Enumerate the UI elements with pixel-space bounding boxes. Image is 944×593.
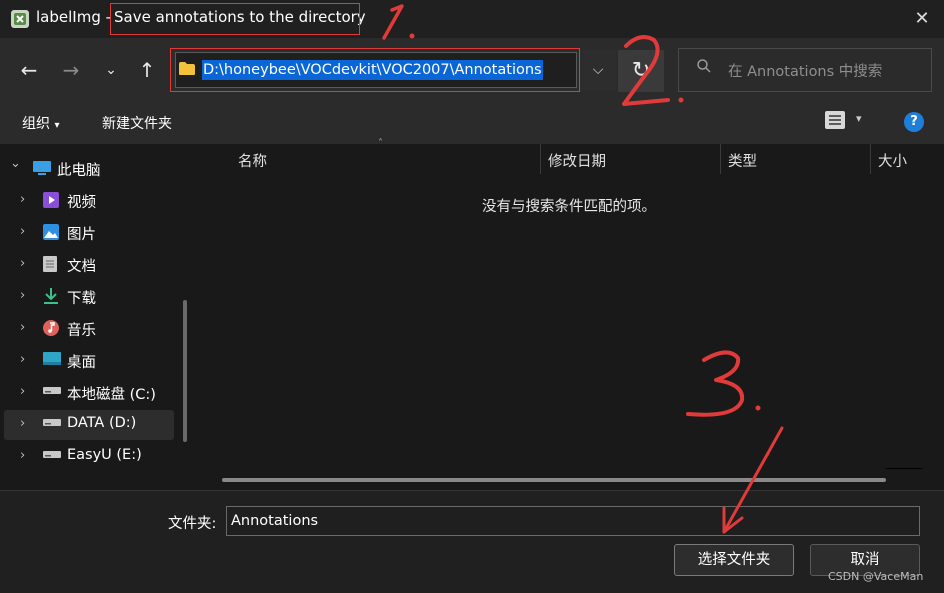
chevron-right-icon[interactable]: › <box>20 416 25 431</box>
drive-icon <box>42 415 62 435</box>
arrow-up-icon[interactable]: ↑ <box>132 55 162 85</box>
chevron-right-icon[interactable]: › <box>20 256 25 271</box>
sort-caret-icon: ˄ <box>378 138 383 149</box>
chevron-right-icon[interactable]: › <box>20 192 25 207</box>
video-icon <box>42 191 62 211</box>
app-name: labelImg - <box>36 8 112 26</box>
sidebar-scrollbar[interactable] <box>183 300 187 442</box>
new-folder-button[interactable]: 新建文件夹 <box>102 113 172 133</box>
column-header-name[interactable]: 名称 <box>238 150 267 171</box>
help-button[interactable]: ? <box>904 112 924 132</box>
organize-label: 组织 <box>22 116 50 132</box>
column-header-size[interactable]: 大小 <box>878 150 907 171</box>
chevron-down-icon[interactable]: ⌄ <box>96 55 126 85</box>
organize-menu-button[interactable]: 组织 ▾ <box>22 113 59 133</box>
refresh-icon[interactable]: ↻ <box>618 50 664 92</box>
sidebar-item[interactable]: › 视频 <box>4 186 174 216</box>
sidebar-item[interactable]: › 图片 <box>4 218 174 248</box>
sidebar-item-label: 音乐 <box>67 323 96 339</box>
column-header-type[interactable]: 类型 <box>728 150 757 171</box>
sidebar-item-label: EasyU (E:) <box>67 447 142 463</box>
sidebar-item[interactable]: › DATA (D:) <box>4 410 174 440</box>
horizontal-scrollbar[interactable] <box>222 478 886 482</box>
close-icon[interactable]: ✕ <box>908 6 936 32</box>
drive-icon <box>42 447 62 467</box>
download-icon <box>42 287 62 307</box>
folder-label: 文件夹: <box>168 516 217 532</box>
picture-icon <box>42 223 62 243</box>
watermark: CSDN @VaceMan <box>828 570 924 583</box>
caret-down-icon: ▾ <box>54 120 60 131</box>
sidebar-item[interactable]: ⌄ 此电脑 <box>4 154 174 184</box>
sidebar-item[interactable]: › EasyU (E:) <box>4 442 174 472</box>
labelimg-app-icon <box>10 9 30 29</box>
column-divider[interactable] <box>870 144 871 174</box>
select-folder-button[interactable]: 选择文件夹 <box>674 544 794 576</box>
sidebar-item-label: 本地磁盘 (C:) <box>67 387 156 403</box>
empty-message: 没有与搜索条件匹配的项。 <box>482 199 656 215</box>
desktop-icon <box>42 351 62 371</box>
chevron-right-icon[interactable]: › <box>20 448 25 463</box>
sidebar-item[interactable]: › 本地磁盘 (C:) <box>4 378 174 408</box>
chevron-down-icon[interactable]: ⌄ <box>10 156 21 171</box>
chevron-right-icon[interactable]: › <box>20 288 25 303</box>
view-list-icon[interactable] <box>824 110 848 132</box>
sidebar-item[interactable]: › 桌面 <box>4 346 174 376</box>
chevron-right-icon[interactable]: › <box>20 352 25 367</box>
chevron-right-icon[interactable]: › <box>20 320 25 335</box>
address-dropdown-icon[interactable]: ⌵ <box>584 52 612 88</box>
sidebar-item-label: 此电脑 <box>57 163 101 179</box>
sidebar-item-label: 文档 <box>67 259 96 275</box>
music-icon <box>42 319 62 339</box>
sidebar-item[interactable]: › 下载 <box>4 282 174 312</box>
sidebar-item-label: DATA (D:) <box>67 415 137 431</box>
sidebar-item[interactable]: › 文档 <box>4 250 174 280</box>
chevron-right-icon[interactable]: › <box>20 384 25 399</box>
arrow-left-icon[interactable]: ← <box>14 55 44 85</box>
sidebar-item-label: 桌面 <box>67 355 96 371</box>
column-divider[interactable] <box>540 144 541 174</box>
chevron-right-icon[interactable]: › <box>20 224 25 239</box>
folder-name-input[interactable] <box>226 506 920 536</box>
sidebar-item-label: 视频 <box>67 195 96 211</box>
sidebar-item-label: 图片 <box>67 227 96 243</box>
drive-icon <box>42 383 62 403</box>
column-divider[interactable] <box>720 144 721 174</box>
search-icon <box>696 58 716 80</box>
search-placeholder: 在 Annotations 中搜索 <box>728 64 883 80</box>
sidebar-item-label: 下载 <box>67 291 96 307</box>
scrollbar-divider <box>886 468 922 469</box>
annotation-box-address <box>170 48 580 92</box>
document-icon <box>42 255 62 275</box>
computer-icon <box>32 159 52 179</box>
arrow-right-icon[interactable]: → <box>56 55 86 85</box>
sidebar-item[interactable]: › 音乐 <box>4 314 174 344</box>
view-caret-icon[interactable]: ▾ <box>856 112 862 125</box>
column-header-modified[interactable]: 修改日期 <box>548 150 606 171</box>
annotation-box-title <box>110 3 360 35</box>
